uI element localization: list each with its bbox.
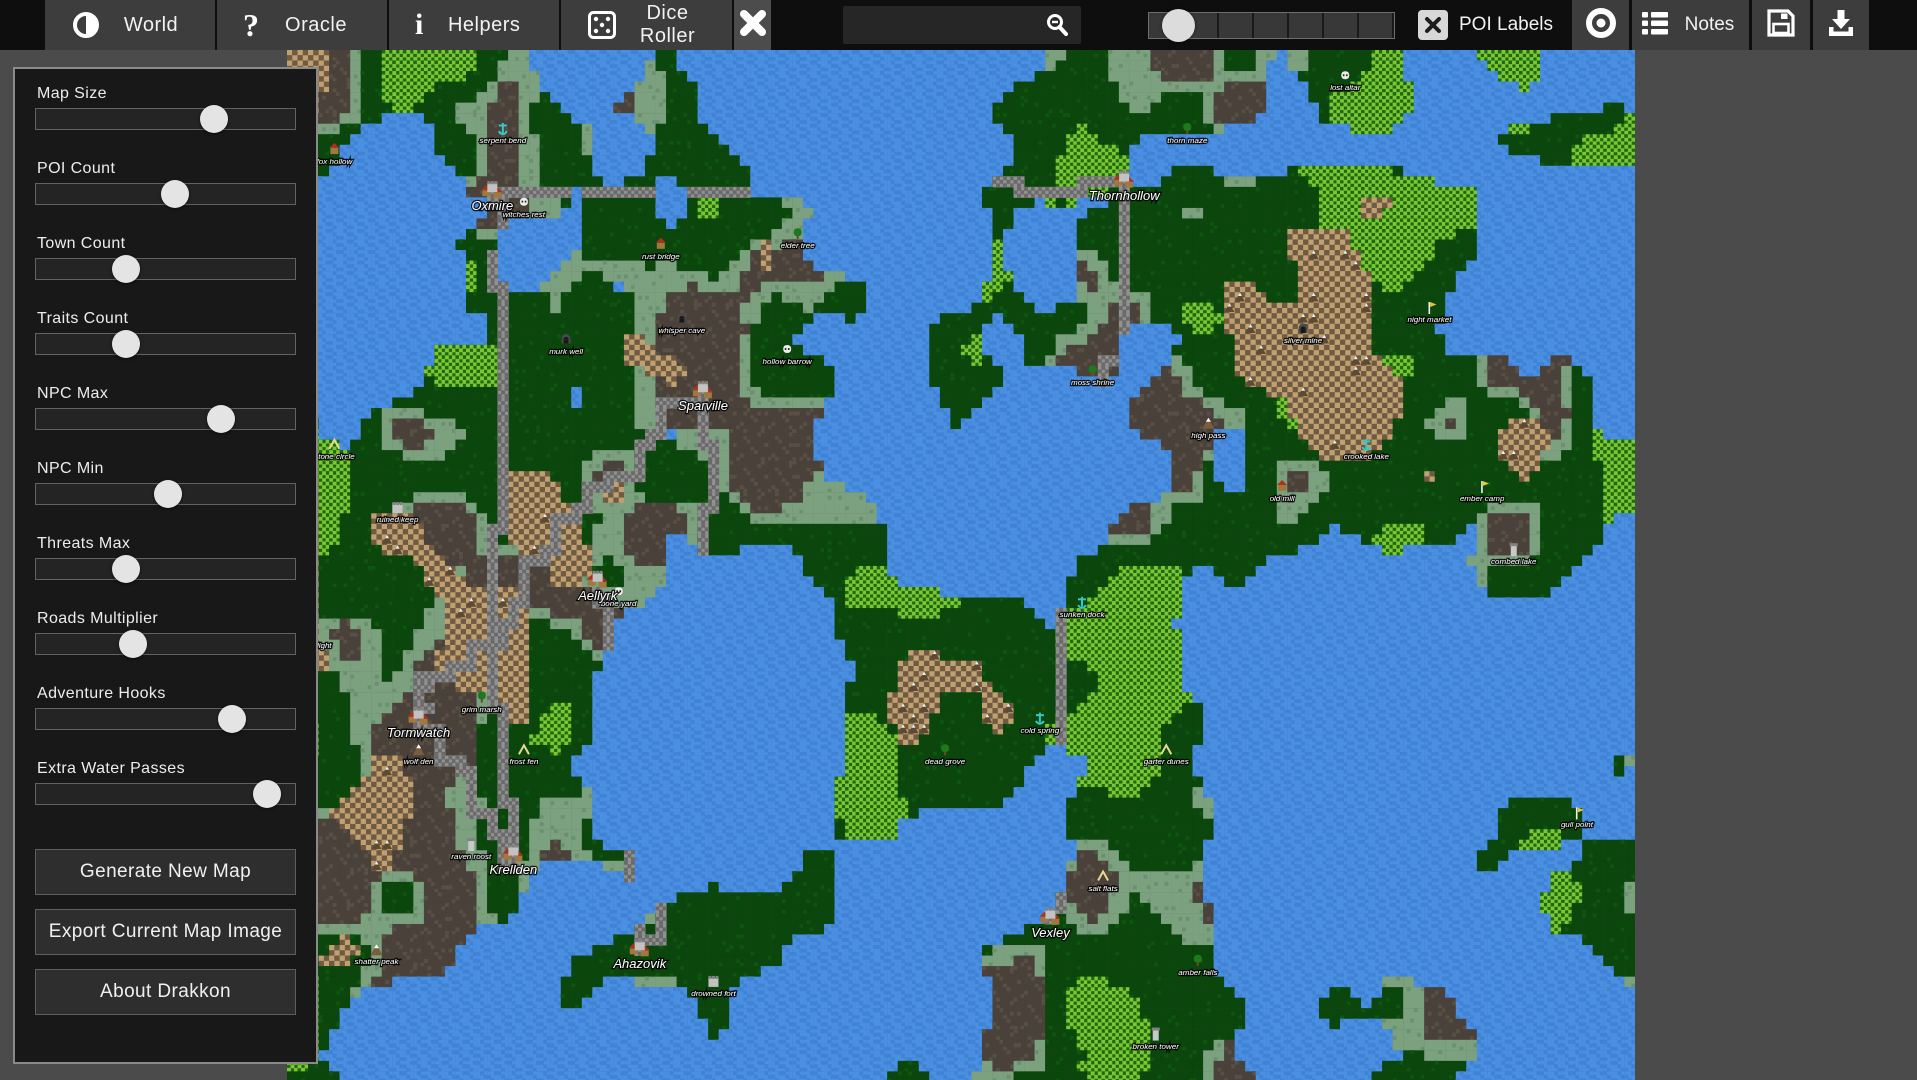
town-count-slider[interactable] [35, 258, 296, 280]
half-circle-icon [71, 10, 101, 40]
traits-count-label: Traits Count [37, 310, 296, 328]
tab-world-label: World [101, 14, 215, 37]
poi-labels-label: POI Labels [1459, 0, 1553, 50]
adventure-hooks-label: Adventure Hooks [37, 685, 296, 703]
poi-count-label: POI Count [37, 160, 296, 178]
notes-button[interactable]: Notes [1632, 0, 1749, 50]
search-box [843, 6, 1081, 44]
dice-icon [587, 10, 617, 40]
tab-oracle-label: Oracle [259, 14, 387, 37]
npc-max-label: NPC Max [37, 385, 296, 403]
map-settings-panel: Map Size POI Count Town Count Traits Cou… [13, 67, 318, 1064]
map-canvas[interactable] [287, 50, 1635, 1080]
extra-water-passes-label: Extra Water Passes [37, 760, 296, 778]
save-button[interactable] [1752, 0, 1810, 50]
extra-water-passes-slider[interactable] [35, 783, 296, 805]
map-size-label: Map Size [37, 85, 296, 103]
toolbar-end-spacer [1869, 0, 1917, 50]
list-icon [1640, 8, 1670, 43]
map-size-slider[interactable] [35, 108, 296, 130]
toolbar: World ? Oracle i Helpers Dice Roller [0, 0, 1917, 50]
zoom-slider-segment [1254, 13, 1289, 38]
target-icon [1584, 6, 1618, 45]
zoom-slider-thumb[interactable] [1162, 9, 1195, 42]
roads-multiplier-slider[interactable] [35, 633, 296, 655]
button-spacer [35, 835, 296, 849]
zoom-slider-segment [1219, 13, 1254, 38]
tab-world[interactable]: World [45, 0, 215, 50]
poi-count-slider[interactable] [35, 183, 296, 205]
zoom-slider-segment [1324, 13, 1359, 38]
npc-max-slider[interactable] [35, 408, 296, 430]
tab-helpers-label: Helpers [423, 14, 559, 37]
npc-min-label: NPC Min [37, 460, 296, 478]
close-button[interactable] [734, 0, 771, 50]
info-icon: i [415, 10, 423, 40]
town-count-label: Town Count [37, 235, 296, 253]
notes-label: Notes [1670, 14, 1749, 36]
threats-max-slider[interactable] [35, 558, 296, 580]
generate-new-map-button[interactable]: Generate New Map [35, 849, 296, 895]
zoom-slider-segment [1359, 13, 1394, 38]
download-icon [1824, 6, 1858, 45]
npc-min-slider[interactable] [35, 483, 296, 505]
tab-dice-roller-label: Dice Roller [617, 2, 732, 48]
close-icon [739, 8, 767, 43]
download-button[interactable] [1813, 0, 1869, 50]
tab-dice-roller[interactable]: Dice Roller [561, 0, 732, 50]
tab-helpers[interactable]: i Helpers [389, 0, 559, 50]
save-floppy-icon [1764, 6, 1798, 45]
zoom-slider-segment [1289, 13, 1324, 38]
question-icon: ? [243, 10, 259, 40]
target-button[interactable] [1572, 0, 1629, 50]
poi-labels-checkbox[interactable] [1418, 10, 1448, 40]
threats-max-label: Threats Max [37, 535, 296, 553]
roads-multiplier-label: Roads Multiplier [37, 610, 296, 628]
zoom-out-magnifier-icon[interactable] [1044, 12, 1071, 44]
export-map-image-button[interactable]: Export Current Map Image [35, 909, 296, 955]
about-drakkon-button[interactable]: About Drakkon [35, 969, 296, 1015]
checkbox-x-icon [1423, 15, 1443, 35]
adventure-hooks-slider[interactable] [35, 708, 296, 730]
traits-count-slider[interactable] [35, 333, 296, 355]
map-zoom-slider[interactable] [1148, 12, 1395, 39]
tab-oracle[interactable]: ? Oracle [217, 0, 387, 50]
